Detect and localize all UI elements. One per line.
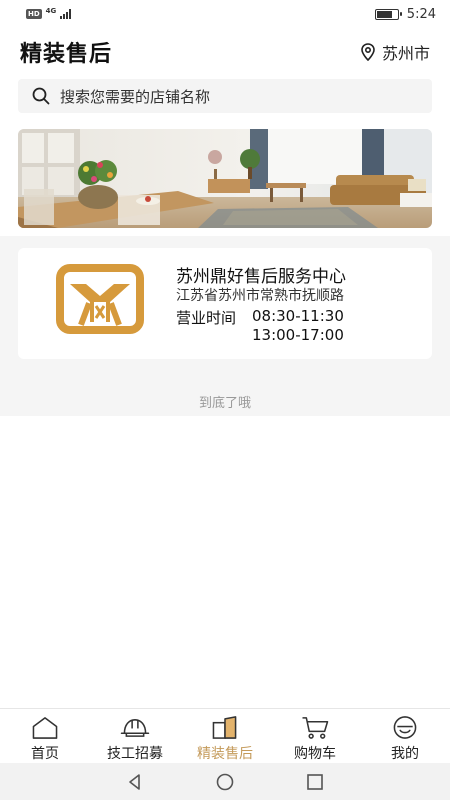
location-selector[interactable]: 苏州市 — [360, 40, 430, 64]
back-icon[interactable] — [125, 772, 145, 792]
page-title: 精装售后 — [20, 42, 113, 67]
system-nav-bar — [0, 763, 450, 800]
tab-label: 首页 — [31, 746, 59, 762]
store-card[interactable]: 苏州鼎好售后服务中心 江苏省苏州市常熟市抚顺路 营业时间 08:30-11:30… — [18, 248, 432, 359]
hard-hat-icon — [120, 719, 150, 737]
tab-recruit[interactable]: 技工招募 — [90, 709, 180, 763]
status-left: HD 4G — [26, 7, 72, 19]
recents-icon[interactable] — [305, 772, 325, 792]
search-icon — [32, 87, 50, 105]
home-nav-icon[interactable] — [215, 772, 235, 792]
status-right: 5:24 — [374, 6, 436, 22]
clock: 5:24 — [406, 6, 436, 22]
battery-icon — [374, 8, 402, 20]
store-logo-icon — [56, 264, 144, 334]
tab-label: 技工招募 — [107, 746, 163, 762]
tab-after-sales[interactable]: 精装售后 — [180, 709, 270, 763]
status-bar: HD 4G 5:24 — [0, 0, 450, 28]
store-address: 江苏省苏州市常熟市抚顺路 — [176, 288, 344, 304]
search-input[interactable]: 搜索您需要的店铺名称 — [60, 86, 210, 107]
search-bar[interactable]: 搜索您需要的店铺名称 — [18, 79, 432, 113]
door-icon — [212, 716, 237, 739]
hd-badge: HD — [26, 9, 42, 19]
tab-mine[interactable]: 我的 — [360, 709, 450, 763]
living-room-photo — [18, 129, 432, 228]
tab-label: 我的 — [391, 746, 419, 762]
hours-afternoon: 13:00-17:00 — [252, 326, 344, 344]
tab-label: 购物车 — [294, 746, 336, 762]
location-label: 苏州市 — [381, 44, 430, 63]
home-icon — [32, 717, 58, 739]
hours-morning: 08:30-11:30 — [252, 307, 344, 325]
header: 精装售后 苏州市 — [0, 32, 450, 72]
signal-icon — [60, 9, 72, 19]
tab-cart[interactable]: 购物车 — [270, 709, 360, 763]
bottom-tab-bar: 首页 技工招募 精装售后 购物车 我的 — [0, 708, 450, 763]
network-label: 4G — [45, 7, 57, 15]
banner-image[interactable] — [18, 129, 432, 228]
battery-fill — [376, 10, 393, 18]
map-pin-icon — [361, 43, 375, 61]
cart-icon — [302, 717, 329, 739]
hours-label: 营业时间 — [176, 309, 237, 327]
end-of-list-text: 到底了哦 — [198, 396, 251, 411]
smile-icon — [393, 716, 417, 739]
tab-label: 精装售后 — [197, 746, 253, 762]
store-name: 苏州鼎好售后服务中心 — [176, 267, 346, 287]
tab-home[interactable]: 首页 — [0, 709, 90, 763]
